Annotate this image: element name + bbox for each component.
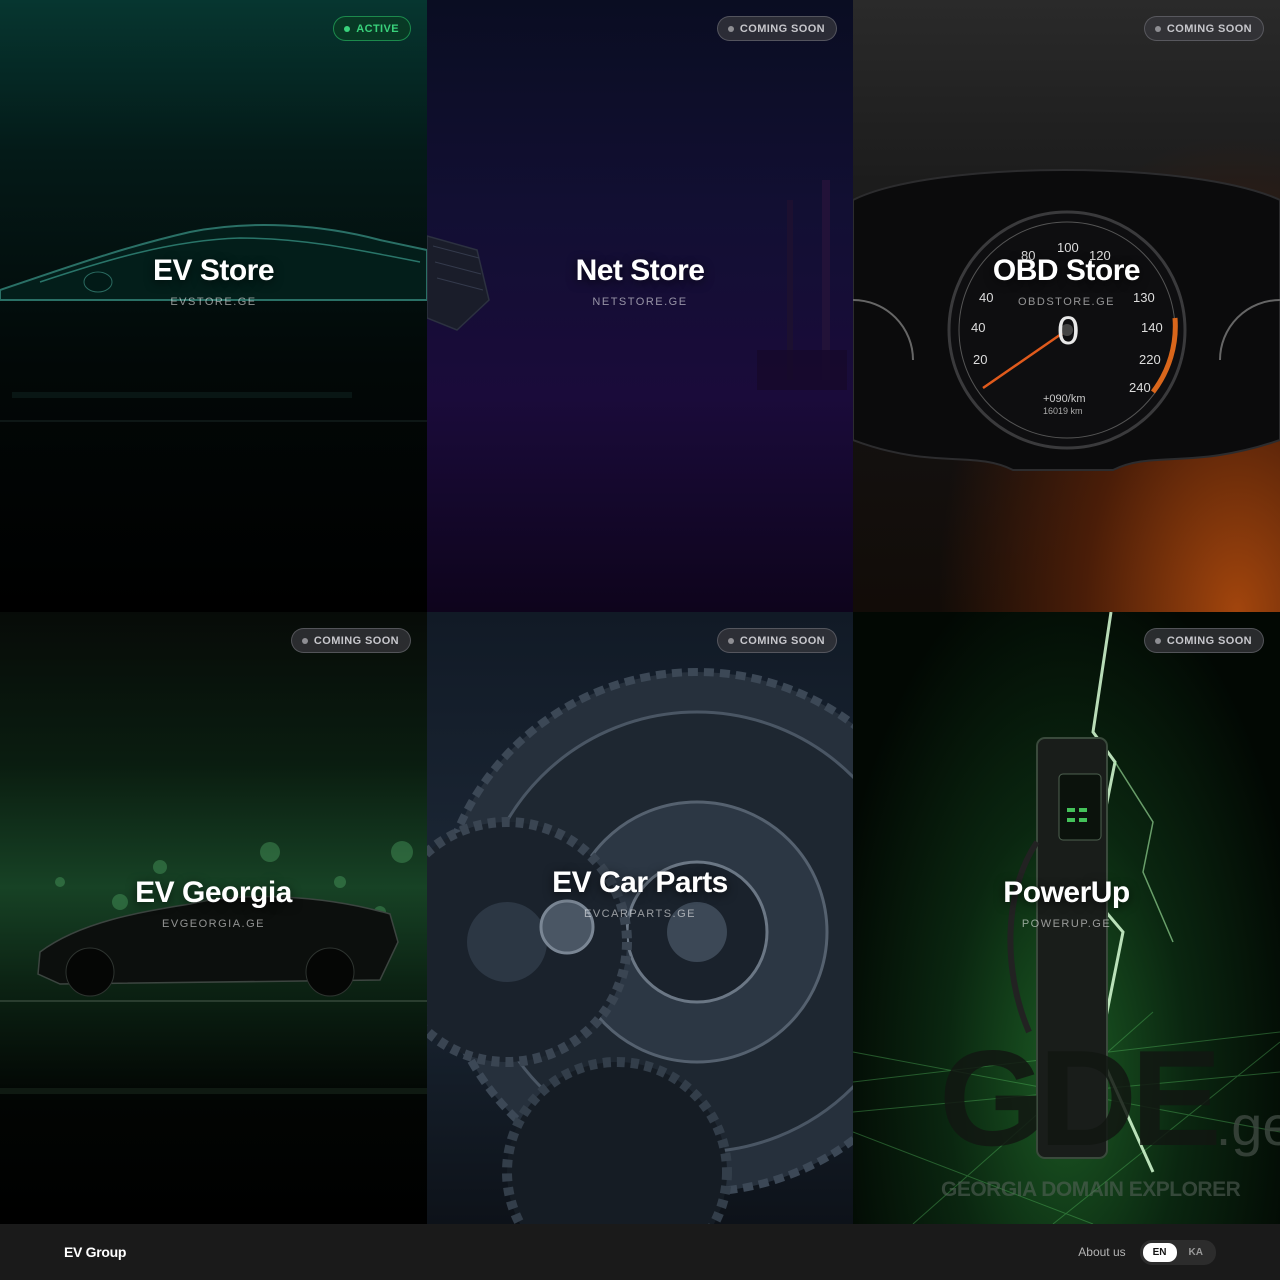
gde-watermark-logo: GDE.ge <box>939 1022 1280 1174</box>
about-us-link[interactable]: About us <box>1078 1245 1125 1259</box>
gde-watermark-subtitle: GEORGIA DOMAIN EXPLORER <box>941 1178 1241 1201</box>
tile-domain: EVCARPARTS.GE <box>583 908 696 920</box>
status-label: COMING SOON <box>1166 634 1252 647</box>
svg-text:0: 0 <box>1057 309 1079 353</box>
footer-bar: EV Group About us EN KA <box>0 1224 1280 1280</box>
project-grid: EV Store EVSTORE.GE ACTIVE Net Store NET… <box>0 0 1280 1224</box>
status-dot-icon <box>727 637 734 644</box>
tile-title: OBD Store <box>992 254 1141 287</box>
status-label: ACTIVE <box>356 22 399 35</box>
svg-text:40: 40 <box>971 320 985 335</box>
status-label: COMING SOON <box>739 634 825 647</box>
status-badge: COMING SOON <box>1143 16 1264 41</box>
status-dot-icon <box>344 25 351 32</box>
language-option-ka[interactable]: KA <box>1179 1243 1213 1262</box>
language-option-en[interactable]: EN <box>1142 1242 1177 1262</box>
tile-domain: EVGEORGIA.GE <box>162 918 265 930</box>
svg-text:16019 km: 16019 km <box>1043 406 1083 416</box>
svg-text:240: 240 <box>1129 380 1151 395</box>
status-badge: COMING SOON <box>716 628 837 653</box>
tile-net-store[interactable]: Net Store NETSTORE.GE COMING SOON <box>427 0 853 612</box>
brand-name[interactable]: EV Group <box>64 1244 126 1260</box>
svg-text:100: 100 <box>1057 240 1079 255</box>
svg-text:20: 20 <box>973 352 987 367</box>
status-label: COMING SOON <box>313 634 399 647</box>
status-badge: COMING SOON <box>716 16 837 41</box>
tile-title: EV Car Parts <box>552 866 728 899</box>
status-label: COMING SOON <box>739 22 825 35</box>
status-dot-icon <box>301 637 308 644</box>
tile-title: EV Georgia <box>135 876 292 909</box>
status-dot-icon <box>727 25 734 32</box>
tile-title: PowerUp <box>1003 876 1130 909</box>
status-dot-icon <box>1154 637 1161 644</box>
svg-text:220: 220 <box>1139 352 1161 367</box>
tile-obd-store[interactable]: 80 100 120 40 130 40 140 20 220 240 0 +0… <box>853 0 1280 612</box>
svg-text:140: 140 <box>1141 320 1163 335</box>
status-badge: ACTIVE <box>333 16 411 41</box>
tile-title: EV Store <box>152 254 275 287</box>
tile-powerup[interactable]: PowerUp POWERUP.GE GDE.ge GEORGIA DOMAIN… <box>853 612 1280 1224</box>
tile-ev-car-parts[interactable]: EV Car Parts EVCARPARTS.GE COMING SOON <box>427 612 853 1224</box>
svg-text:+090/km: +090/km <box>1043 393 1086 405</box>
tile-domain: EVSTORE.GE <box>170 296 257 308</box>
status-badge: COMING SOON <box>290 628 411 653</box>
tile-ev-store[interactable]: EV Store EVSTORE.GE ACTIVE <box>0 0 427 612</box>
status-dot-icon <box>1154 25 1161 32</box>
tile-domain: OBDSTORE.GE <box>1018 296 1115 308</box>
status-badge: COMING SOON <box>1143 628 1264 653</box>
tile-domain: POWERUP.GE <box>1021 918 1112 930</box>
tile-title: Net Store <box>575 254 705 287</box>
language-switcher: EN KA <box>1139 1239 1216 1265</box>
tile-domain: NETSTORE.GE <box>592 296 688 308</box>
tile-ev-georgia[interactable]: EV Georgia EVGEORGIA.GE COMING SOON <box>0 612 427 1224</box>
status-label: COMING SOON <box>1166 22 1252 35</box>
